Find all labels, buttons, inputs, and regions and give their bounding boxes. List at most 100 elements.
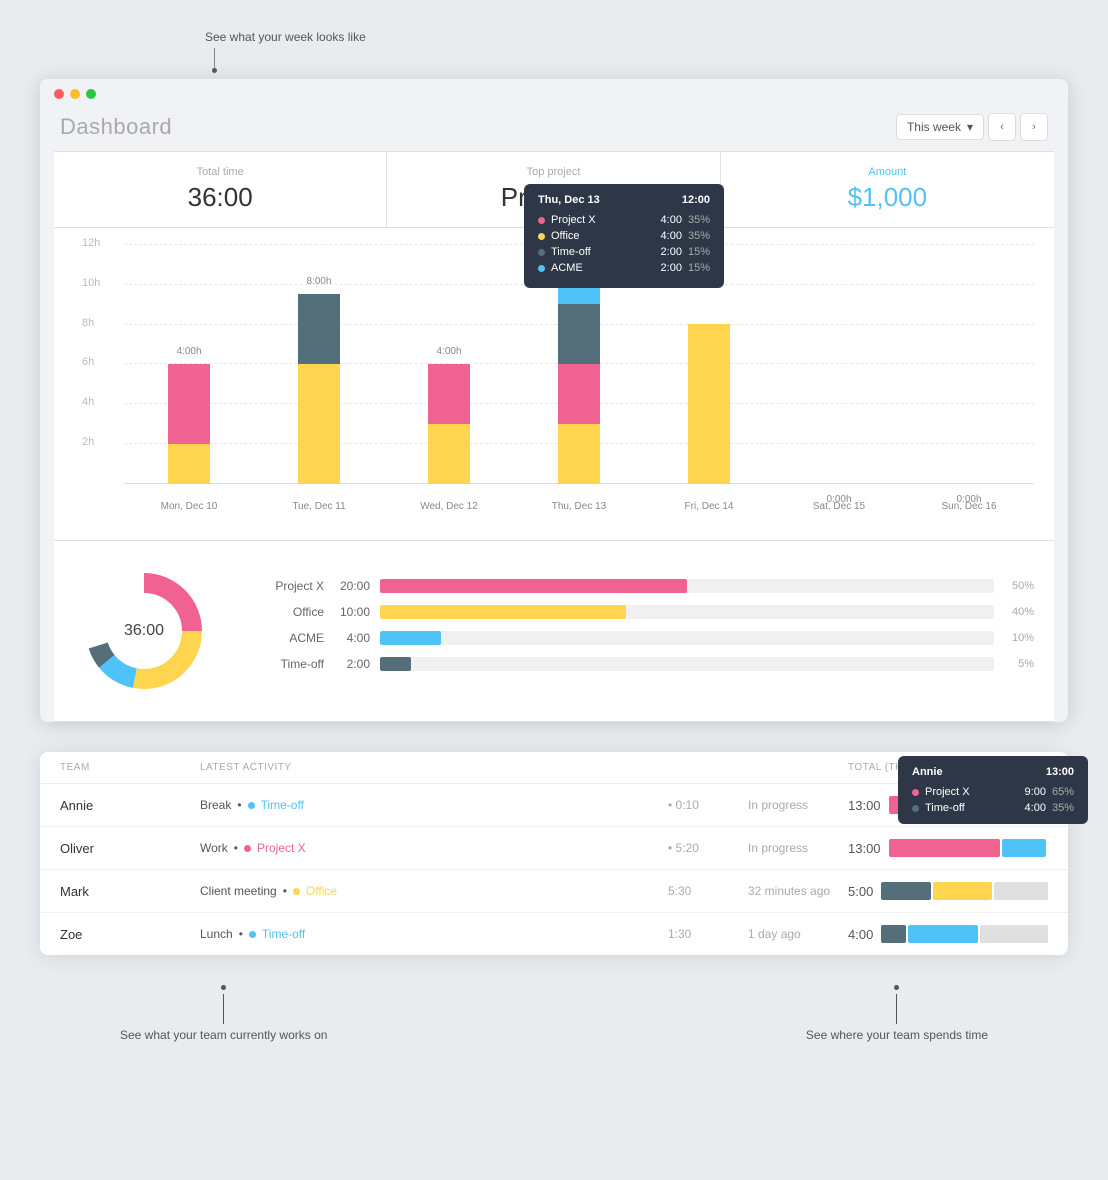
tooltip-dot-acme (538, 265, 545, 272)
mini-bars-oliver (889, 839, 1048, 857)
bar-wed-yellow (428, 424, 470, 484)
bar-thu-pink (558, 364, 600, 424)
donut-chart: 36:00 (74, 561, 214, 701)
week-selector[interactable]: This week ▾ (896, 114, 984, 140)
activity-dot-zoe (249, 931, 256, 938)
bar-thu-dark (558, 304, 600, 364)
activity-oliver: Work • Project X (200, 841, 668, 855)
activity-time-oliver: • 5:20 (668, 841, 748, 855)
tooltip-total: 12:00 (682, 194, 710, 206)
breakdown-list: Project X 20:00 50% Office 10:00 40% ACM… (254, 579, 1034, 683)
activity-project-annie: Time-off (261, 798, 304, 812)
mini-bars-mark (881, 882, 1048, 900)
breakdown-bar-bg-timeoff (380, 657, 994, 671)
team-name-annie: Annie (60, 798, 200, 813)
team-row-annie: Annie Break • Time-off • 0:10 In progres… (40, 784, 1068, 827)
dashboard-title: Dashboard (60, 114, 172, 140)
bottom-ann-left-label: See what your team currently works on (120, 1028, 327, 1042)
tooltip-header: Thu, Dec 13 12:00 (538, 194, 710, 206)
tooltip-dot-projectx (538, 217, 545, 224)
amount-value: $1,000 (741, 182, 1034, 213)
activity-status-annie: In progress (748, 798, 848, 812)
tooltip-row-acme: ACME 2:00 15% (538, 262, 710, 274)
col-duration (668, 762, 748, 773)
activity-dot-annie (248, 802, 255, 809)
bar-wed-pink (428, 364, 470, 424)
breakdown-section: 36:00 Project X 20:00 50% Office 10:00 4… (54, 541, 1054, 722)
team-name-zoe: Zoe (60, 927, 200, 942)
team-name-oliver: Oliver (60, 841, 200, 856)
activity-annie: Break • Time-off (200, 798, 668, 812)
next-week-button[interactable]: › (1020, 113, 1048, 141)
tooltip-day: Thu, Dec 13 (538, 194, 600, 206)
activity-status-zoe: 1 day ago (748, 927, 848, 941)
amount-stat: Amount $1,000 (721, 152, 1054, 227)
maximize-dot (86, 89, 96, 99)
bottom-ann-right-label: See where your team spends time (806, 1028, 988, 1042)
team-section: TEAM LATEST ACTIVITY TOTAL (THIS WEEK) A… (40, 752, 1068, 955)
bar-chart-section: 12h 10h 8h 6h 4h 2h 4:00h (54, 228, 1054, 541)
total-time-label: Total time (74, 166, 366, 178)
team-name-mark: Mark (60, 884, 200, 899)
team-row-mark: Mark Client meeting • Office 5:30 32 min… (40, 870, 1068, 913)
header-controls: This week ▾ ‹ › (896, 113, 1048, 141)
team-tooltip-annie: Annie13:00 Project X9:0065% Time-off4:00… (898, 756, 1088, 824)
top-annotation: See what your week looks like (205, 30, 1068, 44)
bars-container: 4:00h Mon, Dec 10 8:00h Tue, Dec 11 (124, 244, 1034, 484)
prev-week-button[interactable]: ‹ (988, 113, 1016, 141)
bar-thu-yellow (558, 424, 600, 484)
breakdown-bar-fill-office (380, 605, 626, 619)
team-row-oliver: Oliver Work • Project X • 5:20 In progre… (40, 827, 1068, 870)
bottom-annotations: See what your team currently works on Se… (40, 975, 1068, 1052)
bar-fri-yellow (688, 324, 730, 484)
breakdown-row-office: Office 10:00 40% (254, 605, 1034, 619)
donut-center-label: 36:00 (124, 622, 164, 640)
activity-status-oliver: In progress (748, 841, 848, 855)
bar-wed[interactable]: 4:00h Wed, Dec 12 (384, 244, 514, 484)
amount-label: Amount (741, 166, 1034, 178)
bar-mon-pink (168, 364, 210, 444)
activity-status-mark: 32 minutes ago (748, 884, 848, 898)
total-time-value: 36:00 (74, 182, 366, 213)
bottom-ann-right: See where your team spends time (806, 985, 988, 1042)
bar-sun[interactable]: 0:00h Sun, Dec 16 (904, 244, 1034, 484)
tooltip-row-office: Office 4:00 35% (538, 230, 710, 242)
total-oliver: 13:00 (848, 841, 881, 856)
bar-tue-yellow (298, 364, 340, 484)
breakdown-bar-bg-projectx (380, 579, 994, 593)
activity-project-oliver: Project X (257, 841, 306, 855)
minimize-dot (70, 89, 80, 99)
activity-mark: Client meeting • Office (200, 884, 668, 898)
bar-tue-dark (298, 294, 340, 364)
col-activity: LATEST ACTIVITY (200, 762, 668, 773)
breakdown-row-timeoff: Time-off 2:00 5% (254, 657, 1034, 671)
activity-project-mark: Office (306, 884, 337, 898)
total-zoe: 4:00 (848, 927, 873, 942)
activity-project-zoe: Time-off (262, 927, 305, 941)
breakdown-bar-fill-timeoff (380, 657, 411, 671)
tooltip-row-projectx: Project X 4:00 35% (538, 214, 710, 226)
activity-dot-mark (293, 888, 300, 895)
breakdown-bar-fill-acme (380, 631, 441, 645)
tooltip-dot-office (538, 233, 545, 240)
col-status (748, 762, 848, 773)
tooltip-dot-timeoff (538, 249, 545, 256)
bar-mon[interactable]: 4:00h Mon, Dec 10 (124, 244, 254, 484)
team-row-zoe: Zoe Lunch • Time-off 1:30 1 day ago 4:00 (40, 913, 1068, 955)
top-project-label: Top project (407, 166, 699, 178)
window-chrome (40, 79, 1068, 99)
bar-tue[interactable]: 8:00h Tue, Dec 11 (254, 244, 384, 484)
chart-area: 12h 10h 8h 6h 4h 2h 4:00h (74, 244, 1034, 524)
activity-time-zoe: 1:30 (668, 927, 748, 941)
total-time-stat: Total time 36:00 (54, 152, 387, 227)
breakdown-bar-bg-acme (380, 631, 994, 645)
mini-bars-zoe (881, 925, 1048, 943)
breakdown-row-projectx: Project X 20:00 50% (254, 579, 1034, 593)
bar-thu[interactable]: 12:00h Thu, Dec 13 12:00 (514, 244, 644, 484)
tooltip-row-timeoff: Time-off 2:00 15% (538, 246, 710, 258)
chart-tooltip: Thu, Dec 13 12:00 Project X 4:00 35% Off… (524, 184, 724, 288)
bar-sat[interactable]: 0:00h Sat, Dec 15 (774, 244, 904, 484)
breakdown-bar-bg-office (380, 605, 994, 619)
activity-time-annie: • 0:10 (668, 798, 748, 812)
bottom-ann-left: See what your team currently works on (120, 985, 327, 1042)
